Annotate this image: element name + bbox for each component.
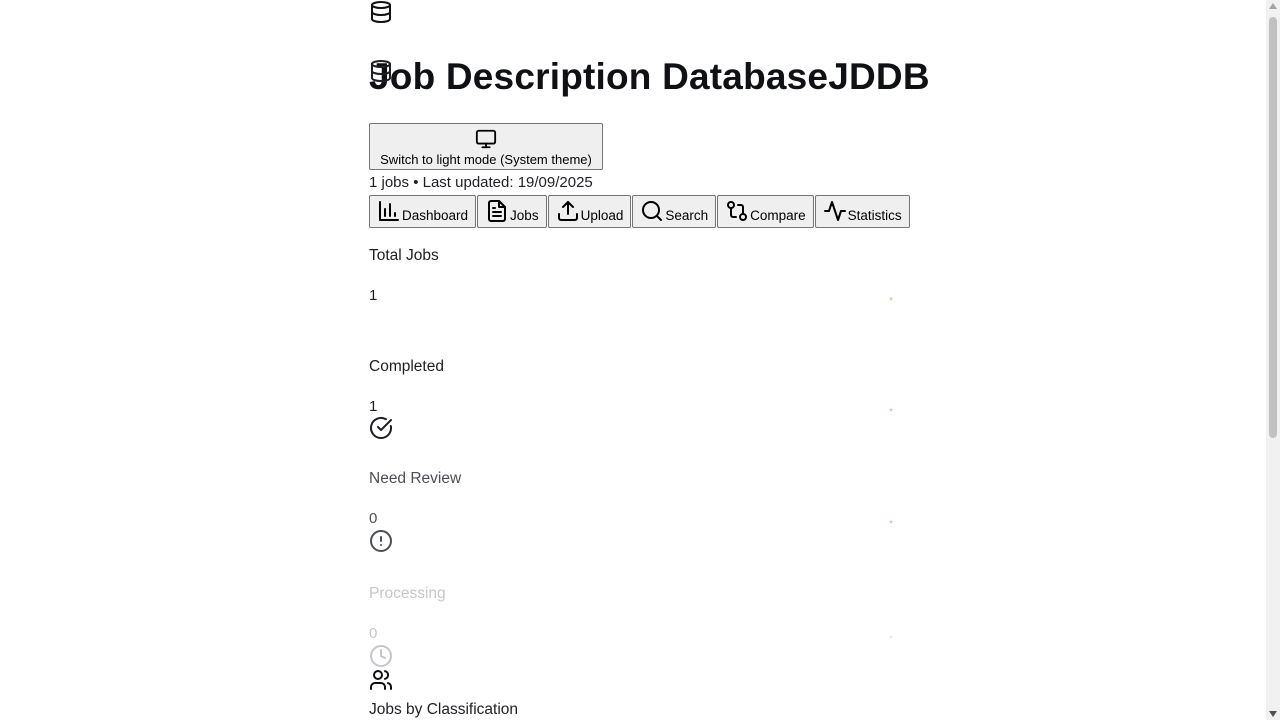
page-title: Job Description DatabaseJDDB [369,56,930,97]
stat-label: Processing [369,585,446,602]
nav-dashboard-label: Dashboard [402,208,469,223]
stat-label: Completed [369,358,444,375]
accent-dot: * [889,407,893,418]
alert-circle-icon [369,529,393,553]
database-icon [369,59,393,83]
stat-value: 1 [369,287,378,304]
nav-compare-button[interactable]: Compare [717,195,814,228]
git-compare-icon [725,199,749,223]
scroll-down-arrow-icon[interactable] [1269,711,1277,717]
monitor-icon [475,128,497,150]
theme-toggle-label: Switch to light mode (System theme) [380,152,592,167]
nav-dashboard-button[interactable]: Dashboard [369,195,477,228]
theme-toggle-button[interactable]: Switch to light mode (System theme) [369,123,603,170]
accent-dot: * [889,296,893,307]
section-title: Jobs by Classification [369,701,519,718]
stat-value: 1 [369,398,378,415]
page: Job Description DatabaseJDDB Switch to l… [0,0,1266,720]
stat-value: 0 [369,510,378,527]
accent-dot: * [889,519,893,530]
search-icon [640,199,664,223]
clock-icon [369,644,393,668]
stat-label: Need Review [369,470,462,487]
scrollbar-thumb[interactable] [1269,17,1277,438]
users-icon [369,668,393,692]
nav-statistics-button[interactable]: Statistics [814,195,910,228]
check-circle-icon [369,416,393,440]
nav-upload-button[interactable]: Upload [547,195,632,228]
database-icon [369,0,393,24]
stat-label: Total Jobs [369,247,439,264]
accent-dot: * [889,634,893,645]
upload-icon [556,199,580,223]
vertical-scrollbar[interactable] [1266,0,1280,720]
nav-statistics-label: Statistics [847,208,902,223]
nav-upload-label: Upload [580,208,624,223]
job-count-status: 1 jobs • Last updated: 19/09/2025 [369,174,593,191]
activity-icon [823,199,847,223]
nav-search-label: Search [665,208,709,223]
stat-value: 0 [369,625,378,642]
main-nav: Dashboard Jobs Upload Search Compare Sta… [369,195,911,228]
nav-compare-label: Compare [750,208,806,223]
scroll-up-arrow-icon[interactable] [1269,3,1277,9]
file-text-icon [485,199,509,223]
nav-search-button[interactable]: Search [632,195,717,228]
nav-jobs-button[interactable]: Jobs [477,195,547,228]
nav-jobs-label: Jobs [510,208,539,223]
bar-chart-icon [377,199,401,223]
